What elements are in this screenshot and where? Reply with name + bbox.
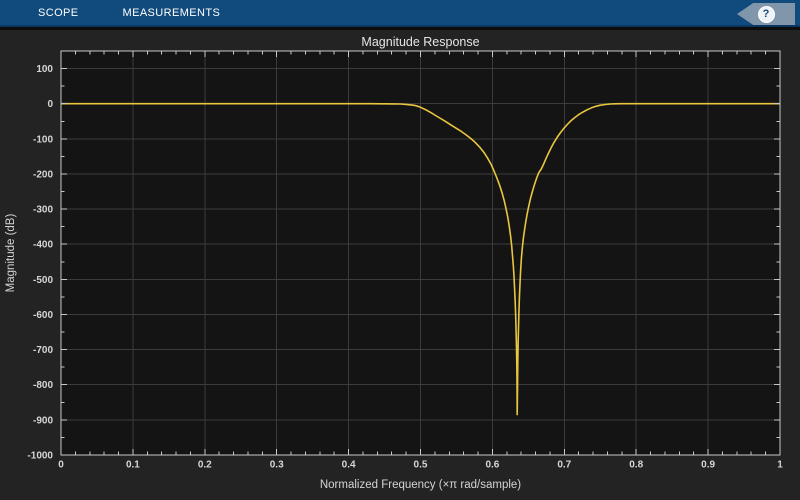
y-tick-label: -700	[33, 345, 53, 356]
x-axis-label: Normalized Frequency (×π rad/sample)	[320, 479, 521, 491]
magnitude-response-plot[interactable]: 0 0.1 0.2 0.3 0.4 0.5 0.6 0.7 0.8 0.9 1 100 0 -100 -20…	[0, 0, 800, 500]
help-question-mark: ?	[762, 8, 770, 20]
y-tick-label: -500	[33, 275, 53, 286]
toolbar: SCOPE MEASUREMENTS ?	[0, 0, 800, 30]
y-axis-label: Magnitude (dB)	[5, 214, 17, 293]
y-tick-label: -300	[33, 205, 53, 216]
y-tick-label: -1000	[27, 451, 53, 462]
y-tick-label: 0	[47, 99, 53, 110]
scope-window: SCOPE MEASUREMENTS ? 0 0.1 0.2 0.3 0.4 0.5 0.6…	[0, 0, 800, 500]
x-tick-label: 1	[777, 459, 783, 470]
x-tick-label: 0.5	[414, 459, 428, 470]
y-tick-label: -100	[33, 134, 53, 145]
x-tick-label: 0.6	[485, 459, 499, 470]
y-tick-label: -800	[33, 380, 53, 391]
x-tick-label: 0	[58, 459, 64, 470]
y-tick-label: 100	[36, 64, 53, 75]
tab-scope[interactable]: SCOPE	[38, 0, 79, 27]
x-tick-label: 0.9	[701, 459, 715, 470]
x-tick-label: 0.7	[557, 459, 571, 470]
x-tick-label: 0.2	[198, 459, 212, 470]
y-tick-label: -200	[33, 169, 53, 180]
x-tick-label: 0.8	[629, 459, 643, 470]
x-tick-label: 0.4	[342, 459, 356, 470]
y-tick-label: -400	[33, 240, 53, 251]
tab-measurements[interactable]: MEASUREMENTS	[123, 0, 221, 27]
help-button[interactable]: ?	[737, 3, 795, 25]
y-tick-label: -600	[33, 310, 53, 321]
help-icon: ?	[757, 5, 775, 23]
x-tick-label: 0.3	[270, 459, 284, 470]
y-tick-label: -900	[33, 415, 53, 426]
x-tick-label: 0.1	[126, 459, 140, 470]
figure-area: 0 0.1 0.2 0.3 0.4 0.5 0.6 0.7 0.8 0.9 1 100 0 -100 -20…	[0, 0, 800, 500]
chart-title: Magnitude Response	[361, 35, 479, 49]
